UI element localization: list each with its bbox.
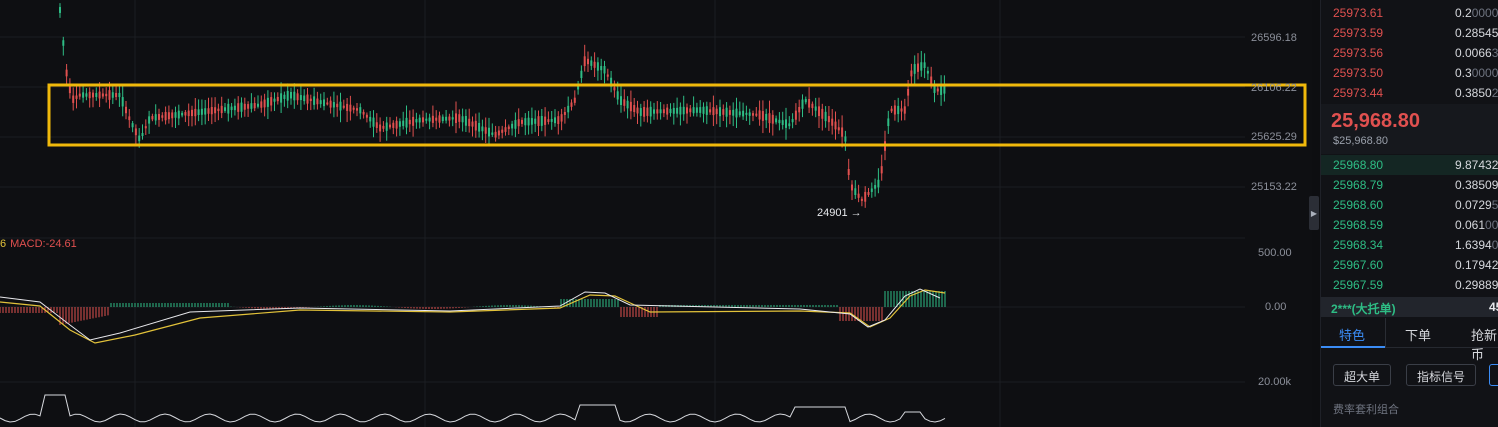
tab-divider <box>1385 318 1386 348</box>
ask-price: 25973.56 <box>1333 46 1384 60</box>
collapse-panel-handle[interactable]: ▶ <box>1309 196 1319 230</box>
macd-legend-prefix: 6 <box>0 238 7 250</box>
macd-histogram <box>0 291 946 325</box>
bid-price: 25967.59 <box>1333 278 1384 292</box>
bid-price: 25968.80 <box>1333 158 1384 172</box>
macd-tick-2: 0.00 <box>1265 301 1287 313</box>
ask-qty: 0.28545 <box>1455 26 1498 40</box>
bid-price: 25968.34 <box>1333 238 1384 252</box>
ask-price: 25973.50 <box>1333 66 1384 80</box>
ask-price: 25973.61 <box>1333 6 1384 20</box>
candles <box>59 3 946 208</box>
bid-qty: 0.38509 <box>1455 178 1498 192</box>
bid-qty: 0.06100 <box>1455 218 1498 232</box>
big-order-value: 45 <box>1489 300 1498 314</box>
last-price-box: 25,968.80 $25,968.80 <box>1321 104 1498 154</box>
chip-indicator-signal[interactable]: 指标信号 <box>1406 364 1477 386</box>
ask-row[interactable]: 25973.44 0.38502 <box>1321 83 1498 103</box>
ask-row[interactable]: 25973.61 0.20000 <box>1321 3 1498 23</box>
chart-area[interactable]: 26596.18 26106.22 25625.29 25153.22 500.… <box>0 0 1319 427</box>
ask-price: 25973.59 <box>1333 26 1384 40</box>
bid-qty: 9.87432 <box>1455 158 1498 172</box>
chevron-right-icon: ▶ <box>1310 208 1318 218</box>
last-price-usd: $25,968.80 <box>1333 135 1389 147</box>
bid-price: 25968.60 <box>1333 198 1384 212</box>
macd-legend: 6 MACD:-24.61 <box>0 238 77 250</box>
volume-tick-1: 20.00k <box>1258 376 1292 388</box>
chip-more[interactable] <box>1489 364 1498 386</box>
chip-super-large-order[interactable]: 超大单 <box>1333 364 1392 386</box>
macd-tick-1: 500.00 <box>1258 247 1292 259</box>
ask-qty: 0.00663 <box>1455 46 1498 60</box>
tab-features[interactable]: 特色 <box>1339 325 1365 344</box>
last-price: 25,968.80 <box>1331 110 1420 132</box>
grid-lines <box>0 0 1245 427</box>
order-book-panel: 25973.61 0.20000 25973.59 0.28545 25973.56 0.… <box>1320 0 1498 427</box>
bid-price: 25968.59 <box>1333 218 1384 232</box>
price-tick-1: 26596.18 <box>1251 32 1297 44</box>
volume-line <box>0 394 946 423</box>
price-tick-4: 25153.22 <box>1251 181 1297 193</box>
price-tick-2: 26106.22 <box>1251 82 1297 94</box>
tab-place-order[interactable]: 下单 <box>1405 325 1431 344</box>
tab-active-underline <box>1321 346 1385 348</box>
bid-qty: 0.17942 <box>1455 258 1498 272</box>
ask-qty: 0.38502 <box>1455 86 1498 100</box>
ask-qty: 0.20000 <box>1455 6 1498 20</box>
panel-tabs: 特色 下单 抢新币 <box>1321 318 1498 362</box>
arrow-right-icon: → <box>850 207 862 219</box>
bid-row[interactable]: 25968.59 0.06100 <box>1321 215 1498 235</box>
funding-arbitrage-link[interactable]: 费率套利组合 <box>1333 401 1399 417</box>
ask-row[interactable]: 25973.56 0.00663 <box>1321 43 1498 63</box>
bid-row[interactable]: 25968.60 0.07295 <box>1321 195 1498 215</box>
bid-qty: 1.63940 <box>1455 238 1498 252</box>
low-price-marker: 24901 → <box>817 207 862 219</box>
bid-row[interactable]: 25968.80 9.87432 <box>1321 155 1498 175</box>
macd-legend-value: MACD:-24.61 <box>10 238 77 250</box>
ask-row[interactable]: 25973.50 0.30000 <box>1321 63 1498 83</box>
ask-qty: 0.30000 <box>1455 66 1498 80</box>
bid-row[interactable]: 25968.34 1.63940 <box>1321 235 1498 255</box>
tab-new-listings[interactable]: 抢新币 <box>1471 325 1498 363</box>
macd-lines <box>0 288 946 344</box>
low-price-value: 24901 <box>817 207 848 219</box>
bid-qty: 0.07295 <box>1455 198 1498 212</box>
bid-row[interactable]: 25968.79 0.38509 <box>1321 175 1498 195</box>
big-order-label: 2***(大托单) <box>1331 302 1396 316</box>
bid-price: 25968.79 <box>1333 178 1384 192</box>
bid-row[interactable]: 25967.60 0.17942 <box>1321 255 1498 275</box>
ask-row[interactable]: 25973.59 0.28545 <box>1321 23 1498 43</box>
price-tick-3: 25625.29 <box>1251 131 1297 143</box>
ask-price: 25973.44 <box>1333 86 1384 100</box>
bid-price: 25967.60 <box>1333 258 1384 272</box>
bid-row[interactable]: 25967.59 0.29889 <box>1321 275 1498 295</box>
candlestick-chart[interactable] <box>0 0 1312 427</box>
bid-qty: 0.29889 <box>1455 278 1498 292</box>
big-order-row[interactable]: 2***(大托单) 45 <box>1321 297 1498 317</box>
